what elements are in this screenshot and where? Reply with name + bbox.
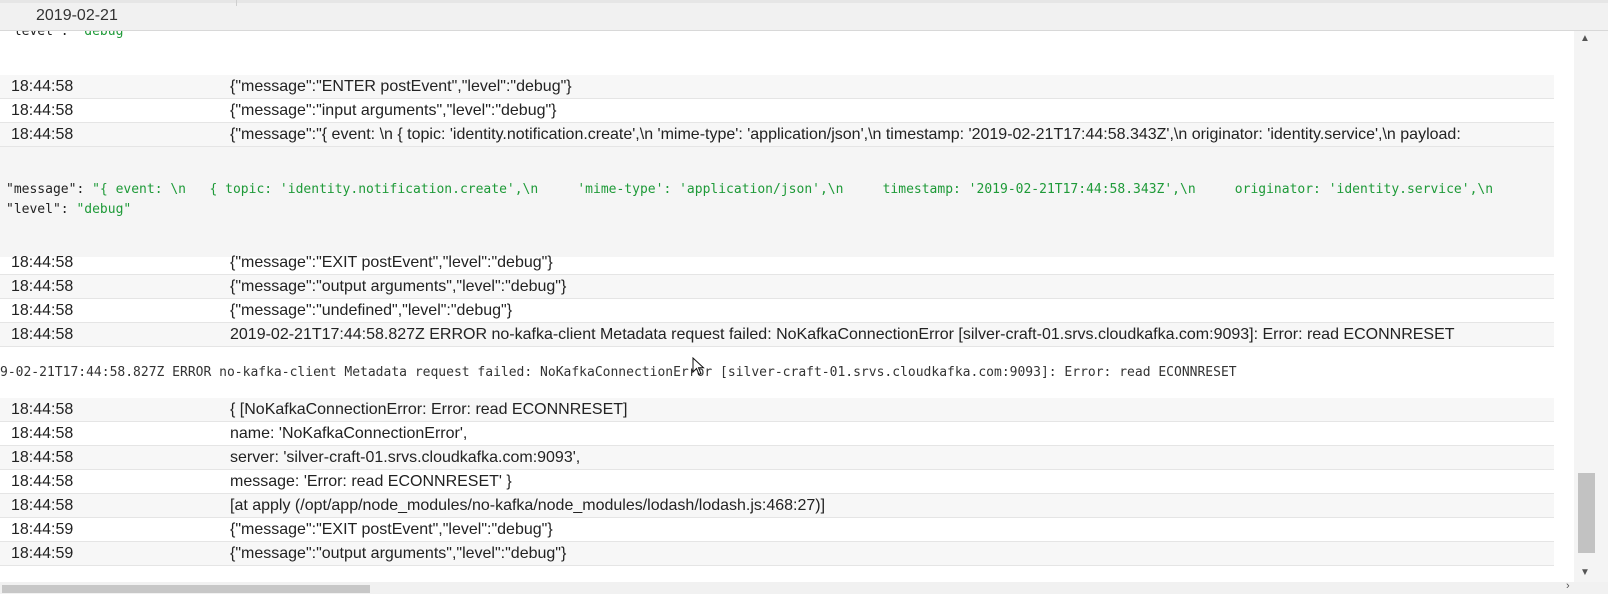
log-message: {"message":"input arguments","level":"de… [230,102,557,119]
log-row[interactable]: 18:44:58 message: 'Error: read ECONNRESE… [0,470,1554,494]
log-message: name: 'NoKafkaConnectionError', [230,425,468,442]
header-top-line [0,0,1608,3]
log-message: {"message":"EXIT postEvent","level":"deb… [230,254,553,271]
horizontal-scrollbar[interactable]: › [0,580,1608,594]
log-message: {"message":"ENTER postEvent","level":"de… [230,78,572,95]
log-time: 18:44:58 [11,401,74,418]
scroll-up-icon[interactable]: ▲ [1580,33,1590,44]
log-time: 18:44:58 [11,78,74,95]
log-row[interactable]: 18:44:58 {"message":"ENTER postEvent","l… [0,75,1554,99]
log-row[interactable]: 18:44:59 {"message":"output arguments","… [0,542,1554,566]
log-row[interactable]: 18:44:58 server: 'silver-craft-01.srvs.c… [0,446,1554,470]
log-time: 18:44:58 [11,326,74,343]
json-detail-fragment: "level": "debug" [0,31,1554,75]
log-message: {"message":"output arguments","level":"d… [230,545,567,562]
json-key: "message": [6,182,93,197]
log-row[interactable]: 18:44:58 {"message":"EXIT postEvent","le… [0,251,1554,275]
log-message: {"message":"EXIT postEvent","level":"deb… [230,521,553,538]
column-separator[interactable] [236,0,237,6]
log-row[interactable]: 18:44:58 name: 'NoKafkaConnectionError', [0,422,1554,446]
log-message: {"message":"{ event: \n { topic: 'identi… [230,126,1461,143]
log-list[interactable]: "level": "debug" 18:44:58 {"message":"EN… [0,31,1554,582]
log-message: server: 'silver-craft-01.srvs.cloudkafka… [230,449,581,466]
vertical-scrollbar[interactable]: ▲ ▼ [1574,31,1608,582]
log-time: 18:44:59 [11,521,74,538]
scroll-right-icon[interactable]: › [1566,580,1570,592]
log-time: 18:44:58 [11,302,74,319]
log-message: message: 'Error: read ECONNRESET' } [230,473,512,490]
log-row[interactable]: 18:44:59 {"message":"EXIT postEvent","le… [0,518,1554,542]
log-time: 18:44:58 [11,102,74,119]
log-message: { [NoKafkaConnectionError: Error: read E… [230,401,628,418]
log-row[interactable]: 18:44:58 [at apply (/opt/app/node_module… [0,494,1554,518]
date-label: 2019-02-21 [36,7,118,24]
json-level-line: "level": "debug" [6,31,131,39]
json-value: "debug" [76,31,132,39]
log-time: 18:44:58 [11,254,74,271]
log-row[interactable]: 18:44:58 {"message":"output arguments","… [0,275,1554,299]
log-row-expanded[interactable]: 18:44:58 2019-02-21T17:44:58.827Z ERROR … [0,323,1554,347]
log-message: [at apply (/opt/app/node_modules/no-kafk… [230,497,826,514]
vertical-scroll-thumb[interactable] [1578,473,1595,553]
log-message: {"message":"undefined","level":"debug"} [230,302,513,319]
log-row-expanded[interactable]: 18:44:58 {"message":"{ event: \n { topic… [0,123,1554,147]
text-detail-line: 9-02-21T17:44:58.827Z ERROR no-kafka-cli… [0,365,1237,380]
log-row[interactable]: 18:44:58 {"message":"input arguments","l… [0,99,1554,123]
date-group-header: 2019-02-21 [0,0,1608,31]
horizontal-scroll-thumb[interactable] [2,585,370,593]
json-key: "level": [6,31,77,39]
log-time: 18:44:58 [11,425,74,442]
log-time: 18:44:58 [11,449,74,466]
text-detail: 9-02-21T17:44:58.827Z ERROR no-kafka-cli… [0,347,1554,397]
log-time: 18:44:58 [11,473,74,490]
log-time: 18:44:58 [11,278,74,295]
json-key: "level": [6,202,77,217]
log-row[interactable]: 18:44:58 { [NoKafkaConnectionError: Erro… [0,398,1554,422]
json-value: "{ event: \n { topic: 'identity.notifica… [92,182,1494,197]
json-message-line: "message": "{ event: \n { topic: 'identi… [6,182,1493,197]
scroll-down-icon[interactable]: ▼ [1580,567,1590,578]
log-time: 18:44:58 [11,126,74,143]
log-row[interactable]: 18:44:58 {"message":"undefined","level":… [0,299,1554,323]
log-time: 18:44:58 [11,497,74,514]
log-message: {"message":"output arguments","level":"d… [230,278,567,295]
json-level-line: "level": "debug" [6,202,131,217]
log-message: 2019-02-21T17:44:58.827Z ERROR no-kafka-… [230,326,1455,343]
json-value: "debug" [76,202,132,217]
json-detail: "message": "{ event: \n { topic: 'identi… [0,147,1554,257]
log-time: 18:44:59 [11,545,74,562]
